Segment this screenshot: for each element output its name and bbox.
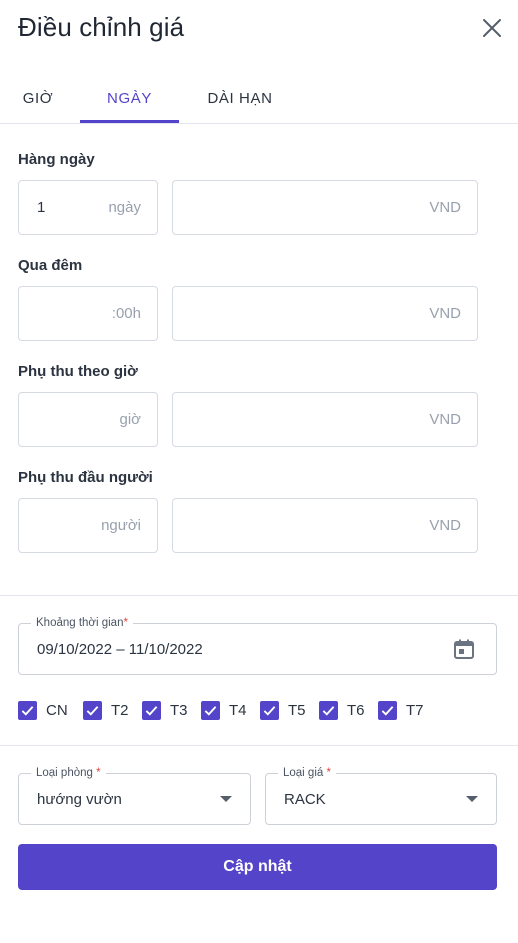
daily-days-suffix: ngày <box>108 199 141 216</box>
tab-long-term[interactable]: DÀI HẠN <box>194 74 286 123</box>
weekday-label: T4 <box>229 701 247 719</box>
section-divider <box>0 745 518 746</box>
checkbox-checked[interactable] <box>319 700 338 720</box>
checkbox-checked[interactable] <box>201 700 220 720</box>
daily-price-suffix: VND <box>429 199 461 216</box>
close-icon <box>483 19 501 37</box>
weekday-t3[interactable]: T3 <box>142 699 188 721</box>
active-tab-indicator <box>80 120 179 123</box>
hourly-surcharge-price-input[interactable]: VND <box>172 392 478 447</box>
tab-bar: GIỜ NGÀY DÀI HẠN <box>0 74 518 124</box>
weekday-t4[interactable]: T4 <box>201 699 247 721</box>
person-surcharge-count-suffix: người <box>101 517 141 534</box>
chevron-down-icon <box>220 796 232 802</box>
room-type-select[interactable]: Loại phòng * hướng vườn <box>18 766 251 825</box>
weekday-t2[interactable]: T2 <box>83 699 129 721</box>
hourly-surcharge-hours-suffix: giờ <box>119 411 141 428</box>
tab-day[interactable]: NGÀY <box>80 74 179 123</box>
weekday-t7[interactable]: T7 <box>378 699 424 721</box>
date-range-field[interactable]: Khoảng thời gian* 09/10/2022 – 11/10/202… <box>18 616 497 675</box>
weekday-t5[interactable]: T5 <box>260 699 306 721</box>
check-icon <box>322 705 335 716</box>
check-icon <box>86 705 99 716</box>
weekday-label: T7 <box>406 701 424 719</box>
overnight-label: Qua đêm <box>18 257 83 274</box>
person-surcharge-price-input[interactable]: VND <box>172 498 478 553</box>
close-button[interactable] <box>480 16 504 40</box>
hourly-surcharge-label: Phụ thu theo giờ <box>18 363 138 380</box>
overnight-price-input[interactable]: VND <box>172 286 478 341</box>
weekday-label: T2 <box>111 701 129 719</box>
tab-hour[interactable]: GIỜ <box>8 74 68 123</box>
hourly-surcharge-hours-input[interactable]: giờ <box>18 392 158 447</box>
overnight-time-input[interactable]: :00h <box>18 286 158 341</box>
date-range-value: 09/10/2022 – 11/10/2022 <box>37 640 203 658</box>
hourly-surcharge-price-suffix: VND <box>429 411 461 428</box>
checkbox-checked[interactable] <box>142 700 161 720</box>
check-icon <box>263 705 276 716</box>
checkbox-checked[interactable] <box>260 700 279 720</box>
daily-days-input[interactable]: 1 ngày <box>18 180 158 235</box>
overnight-price-suffix: VND <box>429 305 461 322</box>
weekday-label: T3 <box>170 701 188 719</box>
check-icon <box>145 705 158 716</box>
overnight-time-suffix: :00h <box>111 305 141 322</box>
weekday-t6[interactable]: T6 <box>319 699 365 721</box>
daily-days-value: 1 <box>37 199 46 216</box>
checkbox-checked[interactable] <box>83 700 102 720</box>
checkbox-checked[interactable] <box>378 700 397 720</box>
rate-type-select[interactable]: Loại giá * RACK <box>265 766 497 825</box>
chevron-down-icon <box>466 796 478 802</box>
weekday-label: CN <box>46 701 68 719</box>
person-surcharge-count-input[interactable]: người <box>18 498 158 553</box>
daily-price-input[interactable]: VND <box>172 180 478 235</box>
room-type-value: hướng vườn <box>37 790 122 808</box>
daily-label: Hàng ngày <box>18 151 95 168</box>
update-button[interactable]: Cập nhật <box>18 844 497 890</box>
dialog-title: Điều chỉnh giá <box>18 12 185 42</box>
calendar-icon[interactable] <box>452 637 476 661</box>
checkbox-checked[interactable] <box>18 700 37 720</box>
person-surcharge-label: Phụ thu đầu người <box>18 469 153 486</box>
person-surcharge-price-suffix: VND <box>429 517 461 534</box>
required-mark: * <box>326 767 331 779</box>
weekday-label: T6 <box>347 701 365 719</box>
weekday-label: T5 <box>288 701 306 719</box>
section-divider <box>0 595 518 596</box>
check-icon <box>21 705 34 716</box>
weekday-cn[interactable]: CN <box>18 699 68 721</box>
check-icon <box>204 705 217 716</box>
check-icon <box>381 705 394 716</box>
rate-type-value: RACK <box>284 790 326 808</box>
